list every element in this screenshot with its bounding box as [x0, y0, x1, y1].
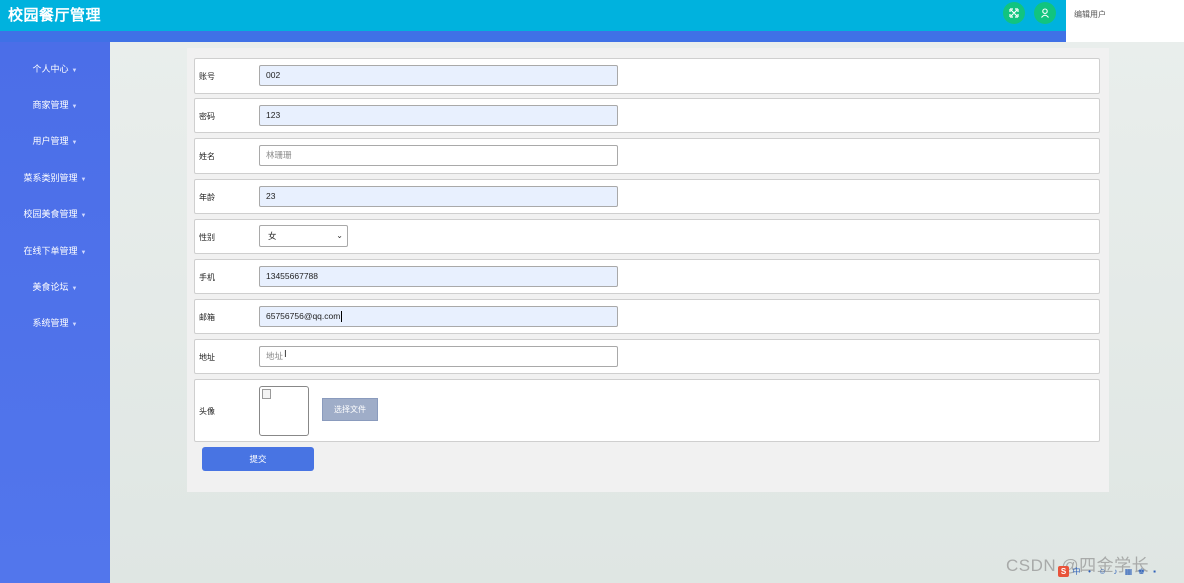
- caret-down-icon: ▼: [71, 322, 78, 328]
- chevron-down-icon: ⌄: [336, 231, 343, 240]
- sidebar-item-cuisine-category[interactable]: 菜系类别管理 ▼: [0, 168, 110, 188]
- sidebar-item-label: 用户管理: [32, 136, 69, 146]
- ibeam-cursor-icon: I: [284, 349, 287, 360]
- sidebar-item-online-orders[interactable]: 在线下单管理 ▼: [0, 241, 110, 261]
- sidebar-item-system-management[interactable]: 系统管理 ▼: [0, 313, 110, 333]
- age-input[interactable]: 23: [259, 186, 618, 207]
- email-input[interactable]: 65756756@qq.com: [259, 306, 618, 327]
- form-row-gender: 性别 女 ⌄: [194, 219, 1100, 254]
- breadcrumb-panel: 编辑用户: [1066, 0, 1184, 42]
- sidebar-item-label: 系统管理: [32, 318, 69, 328]
- name-label: 姓名: [199, 152, 215, 161]
- address-label: 地址: [199, 353, 215, 362]
- caret-down-icon: ▼: [71, 286, 78, 292]
- caret-down-icon: ▼: [80, 250, 87, 256]
- age-label: 年龄: [199, 193, 215, 202]
- top-header: 校园餐厅管理: [0, 0, 1066, 31]
- ime-toolbar: S 中 • ☺ ♪ ▦ ♚ ▪: [1058, 563, 1160, 579]
- voice-icon[interactable]: ♪: [1110, 566, 1121, 577]
- name-placeholder: 林珊珊: [266, 150, 292, 160]
- sidebar-item-label: 菜系类别管理: [23, 173, 78, 183]
- choose-file-button[interactable]: 选择文件: [322, 398, 378, 421]
- text-caret: [341, 311, 343, 323]
- sidebar-item-label: 个人中心: [32, 64, 69, 74]
- caret-down-icon: ▼: [80, 177, 87, 183]
- form-row-age: 年龄 23: [194, 179, 1100, 214]
- chinese-mode-icon[interactable]: 中: [1071, 566, 1082, 577]
- emoji-icon[interactable]: ☺: [1097, 566, 1108, 577]
- caret-down-icon: ▼: [71, 68, 78, 74]
- gender-selected-value: 女: [268, 231, 277, 241]
- phone-label: 手机: [199, 273, 215, 282]
- caret-down-icon: ▼: [71, 104, 78, 110]
- sidebar-item-campus-food[interactable]: 校园美食管理 ▼: [0, 204, 110, 224]
- avatar-preview: [259, 386, 309, 436]
- sidebar-item-label: 校园美食管理: [23, 209, 78, 219]
- app-title: 校园餐厅管理: [8, 7, 102, 24]
- skin-icon[interactable]: ♚: [1136, 566, 1147, 577]
- header-accent-strip: [0, 31, 1066, 42]
- sidebar-item-label: 美食论坛: [32, 282, 69, 292]
- gender-select[interactable]: 女 ⌄: [259, 225, 348, 247]
- sidebar-item-food-forum[interactable]: 美食论坛 ▼: [0, 277, 110, 297]
- form-row-name: 姓名 林珊珊: [194, 138, 1100, 174]
- sidebar: 个人中心 ▼ 商家管理 ▼ 用户管理 ▼ 菜系类别管理 ▼ 校园美食管理 ▼ 在线下单管理…: [0, 42, 110, 583]
- form-row-phone: 手机 13455667788: [194, 259, 1100, 294]
- keyboard-icon[interactable]: ▦: [1123, 566, 1134, 577]
- sidebar-item-label: 商家管理: [32, 100, 69, 110]
- password-input[interactable]: 123: [259, 105, 618, 126]
- form-row-email: 邮箱 65756756@qq.com: [194, 299, 1100, 334]
- email-value: 65756756@qq.com: [266, 311, 341, 321]
- address-input[interactable]: 地址: [259, 346, 618, 367]
- form-row-address: 地址 地址 I: [194, 339, 1100, 374]
- sidebar-item-merchant-management[interactable]: 商家管理 ▼: [0, 95, 110, 115]
- user-icon[interactable]: [1034, 2, 1056, 24]
- password-label: 密码: [199, 112, 215, 121]
- caret-down-icon: ▼: [71, 140, 78, 146]
- fullscreen-icon[interactable]: [1003, 2, 1025, 24]
- name-input[interactable]: 林珊珊: [259, 145, 618, 166]
- address-placeholder: 地址: [266, 351, 284, 361]
- email-label: 邮箱: [199, 313, 215, 322]
- form-row-avatar: 头像 选择文件: [194, 379, 1100, 442]
- sogou-logo-icon: S: [1058, 565, 1069, 577]
- avatar-label: 头像: [199, 407, 215, 416]
- sidebar-item-label: 在线下单管理: [23, 246, 78, 256]
- submit-button[interactable]: 提交: [202, 447, 314, 471]
- sidebar-item-user-management[interactable]: 用户管理 ▼: [0, 131, 110, 151]
- account-input[interactable]: 002: [259, 65, 618, 86]
- gender-label: 性别: [199, 233, 215, 242]
- account-label: 账号: [199, 72, 215, 81]
- form-row-password: 密码 123: [194, 98, 1100, 133]
- broken-image-icon: [262, 389, 271, 399]
- punctuation-icon[interactable]: •: [1084, 566, 1095, 577]
- toolbox-icon[interactable]: ▪: [1149, 566, 1160, 577]
- form-row-account: 账号 002: [194, 58, 1100, 94]
- breadcrumb: 编辑用户: [1074, 10, 1106, 19]
- sidebar-item-personal-center[interactable]: 个人中心 ▼: [0, 59, 110, 79]
- caret-down-icon: ▼: [80, 213, 87, 219]
- phone-input[interactable]: 13455667788: [259, 266, 618, 287]
